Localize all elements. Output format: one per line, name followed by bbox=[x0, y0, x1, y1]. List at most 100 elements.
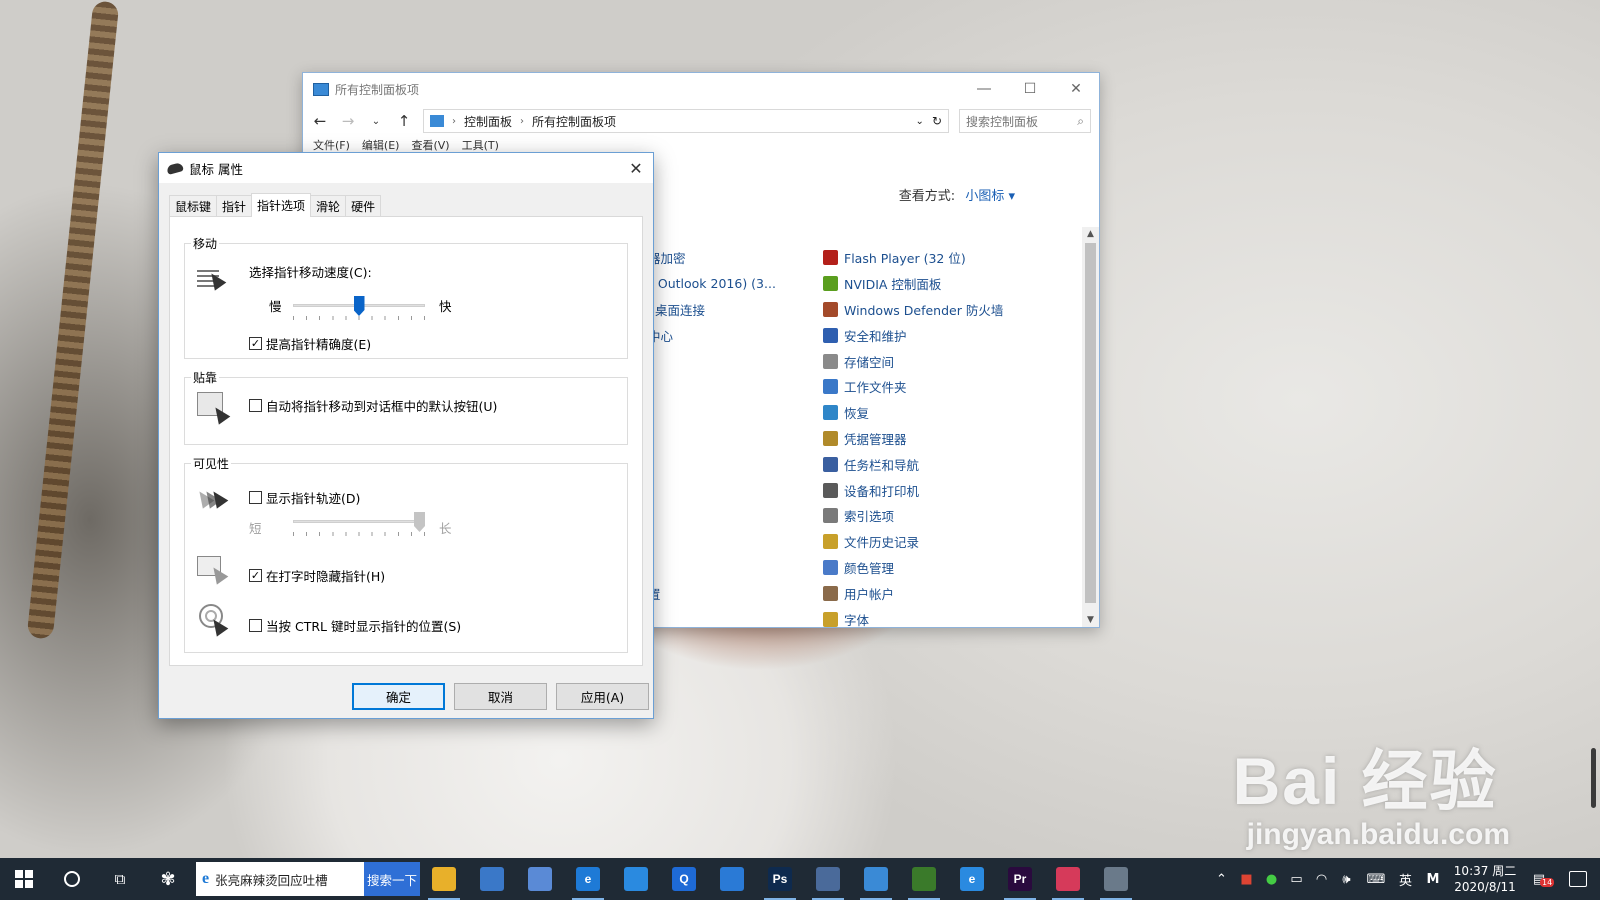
dialog-titlebar[interactable]: 鼠标 属性 ✕ bbox=[159, 153, 653, 183]
pointer-trails-slider[interactable] bbox=[293, 512, 425, 542]
search-input[interactable]: 搜索控制面板 ⌕ bbox=[959, 109, 1091, 133]
dialog-close-icon[interactable]: ✕ bbox=[619, 159, 653, 178]
taskbar-app-file-explorer[interactable] bbox=[420, 858, 468, 900]
cp-item[interactable]: NVIDIA 控制面板 bbox=[823, 271, 1063, 297]
up-arrow-icon[interactable]: ↑ bbox=[395, 112, 413, 130]
cp-item[interactable]: 工作文件夹 bbox=[823, 374, 1063, 400]
cp-item-label: 工作文件夹 bbox=[844, 380, 907, 396]
cancel-button[interactable]: 取消 bbox=[454, 683, 547, 710]
vertical-scrollbar[interactable]: ▲ ▼ bbox=[1082, 227, 1099, 627]
refresh-icon[interactable]: ↻ bbox=[932, 114, 942, 128]
cp-item[interactable]: 安全和维护 bbox=[823, 322, 1063, 348]
enhance-precision-option[interactable]: ✓ 提高指针精确度(E) bbox=[249, 334, 371, 353]
cp-item[interactable]: 凭据管理器 bbox=[823, 426, 1063, 452]
taskbar-app-app-color[interactable] bbox=[1044, 858, 1092, 900]
search-go-button[interactable]: 搜索一下 bbox=[364, 862, 420, 896]
cp-item[interactable]: 字体 bbox=[823, 606, 1063, 627]
ime-mode[interactable]: M bbox=[1418, 872, 1448, 887]
cortana-button[interactable] bbox=[48, 858, 96, 900]
hide-pointer-option[interactable]: ✓ 在打字时隐藏指针(H) bbox=[249, 566, 385, 585]
scrollbar-thumb[interactable] bbox=[1085, 243, 1096, 603]
snap-to-option[interactable]: 自动将指针移动到对话框中的默认按钮(U) bbox=[249, 396, 497, 415]
minimize-button[interactable]: ― bbox=[961, 73, 1007, 105]
snap-to-label: 自动将指针移动到对话框中的默认按钮(U) bbox=[266, 399, 498, 414]
taskbar-app-control-panel[interactable] bbox=[852, 858, 900, 900]
volume-icon[interactable]: 🕪 bbox=[1334, 872, 1359, 887]
ctrl-locate-icon bbox=[197, 604, 229, 637]
breadcrumb-control-panel[interactable]: 控制面板 bbox=[464, 113, 512, 130]
recent-dropdown-icon[interactable]: ⌄ bbox=[367, 116, 385, 127]
address-bar[interactable]: › 控制面板 › 所有控制面板项 ⌄ ↻ bbox=[423, 109, 949, 133]
tab-3[interactable]: 滑轮 bbox=[310, 195, 347, 217]
taskbar-app-app-kite[interactable] bbox=[516, 858, 564, 900]
view-by-dropdown[interactable]: 小图标 ▾ bbox=[965, 189, 1015, 204]
taskbar-app-premiere[interactable]: Pr bbox=[996, 858, 1044, 900]
enhance-precision-checkbox[interactable]: ✓ bbox=[249, 337, 262, 350]
cp-item[interactable]: 恢复 bbox=[823, 400, 1063, 426]
cp-item-icon bbox=[823, 534, 838, 550]
taskbar-app-store[interactable] bbox=[468, 858, 516, 900]
menu-view[interactable]: 查看(V) bbox=[411, 137, 449, 151]
ctrl-locate-option[interactable]: 当按 CTRL 键时显示指针的位置(S) bbox=[249, 616, 461, 635]
close-button[interactable]: ✕ bbox=[1053, 73, 1099, 105]
clock[interactable]: 10:37 周二 2020/8/11 bbox=[1448, 863, 1522, 895]
action-center-badge[interactable]: ▤ 14 bbox=[1522, 872, 1556, 887]
wifi-icon[interactable]: ◠ bbox=[1309, 872, 1334, 887]
breadcrumb-all-items[interactable]: 所有控制面板项 bbox=[532, 113, 616, 130]
browser-search-input[interactable]: e 张亮麻辣烫回应吐槽 bbox=[196, 862, 364, 896]
cp-item[interactable]: 颜色管理 bbox=[823, 555, 1063, 581]
pointer-trails-option[interactable]: 显示指针轨迹(D) bbox=[249, 488, 360, 507]
cp-item[interactable]: 索引选项 bbox=[823, 503, 1063, 529]
cp-item[interactable]: 存储空间 bbox=[823, 348, 1063, 374]
pointer-trails-checkbox[interactable] bbox=[249, 491, 262, 504]
battery-icon[interactable]: ▭ bbox=[1284, 872, 1309, 887]
taskbar-app-app-q[interactable]: Q bbox=[660, 858, 708, 900]
control-panel-titlebar[interactable]: 所有控制面板项 ― ☐ ✕ bbox=[303, 73, 1099, 105]
cp-item[interactable]: Windows Defender 防火墙 bbox=[823, 297, 1063, 323]
ctrl-locate-checkbox[interactable] bbox=[249, 619, 262, 632]
address-dropdown-icon[interactable]: ⌄ bbox=[916, 116, 924, 127]
tab-1[interactable]: 指针 bbox=[216, 195, 253, 217]
notifications-button[interactable] bbox=[1556, 871, 1600, 887]
hide-pointer-checkbox[interactable]: ✓ bbox=[249, 569, 262, 582]
tray-app-icon[interactable]: ■ bbox=[1234, 872, 1259, 887]
cp-item[interactable]: 设备和打印机 bbox=[823, 477, 1063, 503]
taskbar-app-ie[interactable]: e bbox=[948, 858, 996, 900]
taskbar-app-edge[interactable]: e bbox=[564, 858, 612, 900]
ok-button[interactable]: 确定 bbox=[352, 683, 445, 710]
taskbar-app-app-calendar[interactable] bbox=[708, 858, 756, 900]
taskbar-app-mouse[interactable] bbox=[1092, 858, 1140, 900]
start-button[interactable] bbox=[0, 858, 48, 900]
photoshop-icon: Ps bbox=[768, 867, 792, 891]
taskbar-app-app-blue[interactable] bbox=[612, 858, 660, 900]
scroll-up-icon[interactable]: ▲ bbox=[1082, 229, 1099, 239]
menu-tools[interactable]: 工具(T) bbox=[462, 137, 499, 151]
back-arrow-icon[interactable]: ← bbox=[311, 112, 329, 130]
cp-item[interactable]: 文件历史记录 bbox=[823, 529, 1063, 555]
forward-arrow-icon[interactable]: → bbox=[339, 112, 357, 130]
slider-thumb[interactable] bbox=[353, 296, 365, 316]
taskbar-app-app-docs[interactable] bbox=[804, 858, 852, 900]
maximize-button[interactable]: ☐ bbox=[1007, 73, 1053, 105]
tray-green-icon[interactable]: ● bbox=[1259, 872, 1284, 887]
scroll-down-icon[interactable]: ▼ bbox=[1082, 615, 1099, 625]
tab-4[interactable]: 硬件 bbox=[345, 195, 382, 217]
pointer-speed-slider[interactable] bbox=[293, 296, 425, 326]
task-view-button[interactable]: ⧉ bbox=[96, 858, 144, 900]
tab-2[interactable]: 指针选项 bbox=[251, 193, 312, 217]
cp-item[interactable]: 任务栏和导航 bbox=[823, 451, 1063, 477]
slider-thumb[interactable] bbox=[414, 512, 425, 532]
ime-language[interactable]: 英 bbox=[1393, 870, 1418, 889]
apply-button[interactable]: 应用(A) bbox=[556, 683, 649, 710]
cp-item[interactable]: Flash Player (32 位) bbox=[823, 245, 1063, 271]
tray-overflow-icon[interactable]: ⌃ bbox=[1209, 872, 1234, 887]
taskbar-app-nvidia[interactable] bbox=[900, 858, 948, 900]
tab-0[interactable]: 鼠标键 bbox=[169, 195, 218, 217]
keyboard-icon[interactable]: ⌨ bbox=[1359, 872, 1393, 887]
cp-item[interactable]: 用户帐户 bbox=[823, 580, 1063, 606]
snap-to-checkbox[interactable] bbox=[249, 399, 262, 412]
app-pinwheel-button[interactable]: ✾ bbox=[144, 858, 192, 900]
taskbar-app-photoshop[interactable]: Ps bbox=[756, 858, 804, 900]
menu-file[interactable]: 文件(F) bbox=[313, 137, 350, 151]
menu-edit[interactable]: 编辑(E) bbox=[362, 137, 400, 151]
